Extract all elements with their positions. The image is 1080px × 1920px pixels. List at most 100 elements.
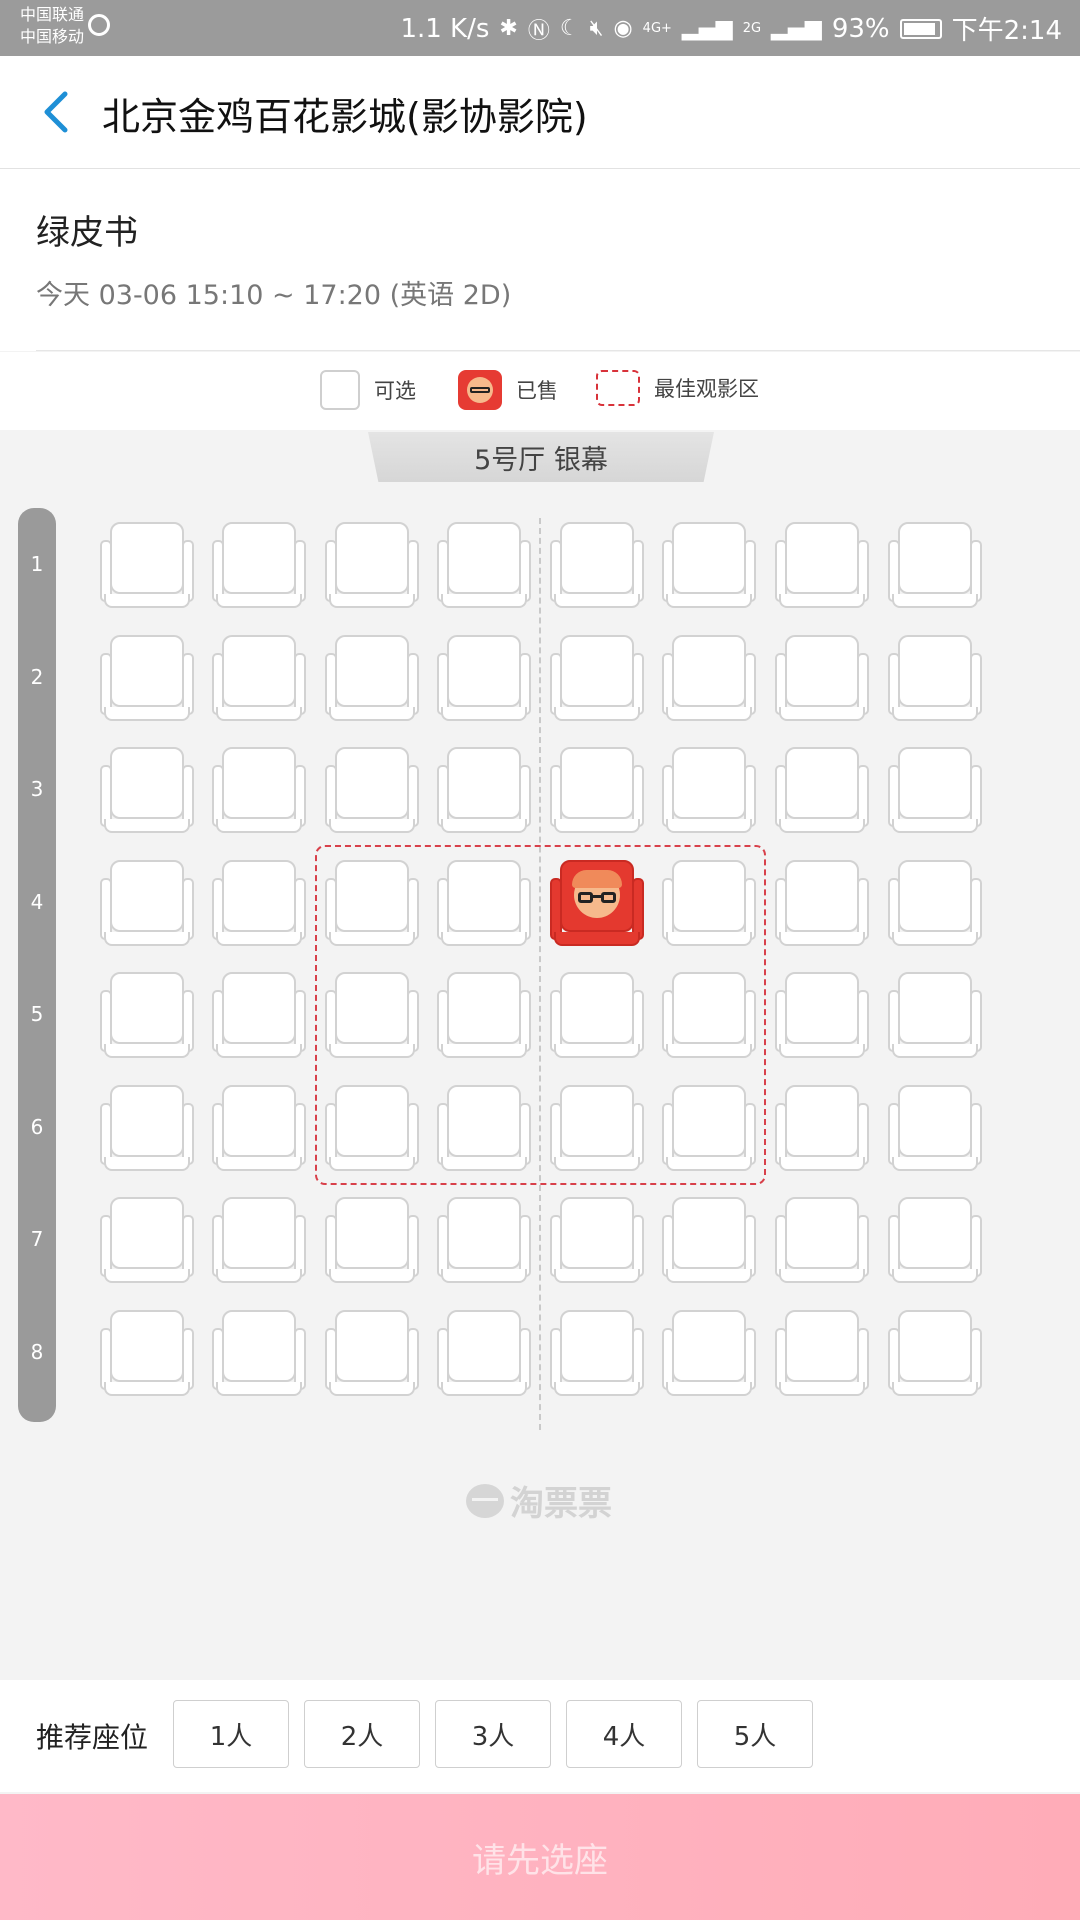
seat-cushion [441,594,527,608]
seat-available[interactable] [888,634,982,721]
seat-cushion [892,1044,978,1058]
seat-cushion [666,1381,752,1396]
seat-available[interactable] [437,522,531,608]
seat-available[interactable] [662,1197,756,1283]
taopiaopiao-logo-icon [466,1483,504,1518]
seat-back [447,1309,521,1382]
seat-armrest [970,1327,982,1390]
seat-available[interactable] [325,1309,419,1396]
seat-available[interactable] [437,634,531,721]
seat-cushion [441,1269,527,1283]
seat-available[interactable] [775,1084,869,1171]
seat-available[interactable] [662,522,756,608]
seat-cushion [666,1269,752,1283]
seat-cushion [554,819,640,833]
seat-available[interactable] [325,634,419,721]
seat-armrest [744,765,756,827]
seat-available[interactable] [775,522,869,608]
seat-available[interactable] [212,747,306,833]
seat-armrest [857,877,869,940]
row-number: 7 [30,1227,44,1251]
seat-available[interactable] [775,1197,869,1283]
seat-armrest [182,877,194,940]
seat-available[interactable] [550,634,644,721]
seat-available[interactable] [437,747,531,833]
status-bar: 中国联通 中国移动 1.1 K/s ✱ Ⓝ ☾ 🔇︎ ◉ 4G+ ▂▄▆ 2G … [0,0,1080,56]
recommend-2-button[interactable]: 2人 [304,1700,420,1768]
seat-available[interactable] [775,1309,869,1396]
seat-armrest [182,652,194,715]
seat-available[interactable] [775,747,869,833]
back-button[interactable] [26,82,86,142]
seat-available[interactable] [212,634,306,721]
seat-back [447,522,521,594]
seat-available[interactable] [325,747,419,833]
seat-armrest [744,1215,756,1277]
seat-back [110,522,184,594]
recommend-3-button[interactable]: 3人 [435,1700,551,1768]
seat-back [335,747,409,819]
seat-available[interactable] [212,972,306,1058]
seat-available[interactable] [212,1197,306,1283]
seat-back [110,972,184,1044]
recommend-1-button[interactable]: 1人 [173,1700,289,1768]
seat-cushion [104,1044,190,1058]
clock: 下午2:14 [951,16,1062,46]
seat-available[interactable] [100,634,194,721]
seat-back [222,1084,296,1157]
seat-cushion [329,819,415,833]
seat-available[interactable] [100,1309,194,1396]
seat-available[interactable] [550,1197,644,1283]
seat-available[interactable] [325,1197,419,1283]
seat-cushion [216,931,302,946]
watermark: 淘票票 [466,1476,612,1525]
seat-available[interactable] [550,522,644,608]
seat-available[interactable] [662,747,756,833]
seat-available[interactable] [888,1084,982,1171]
seat-armrest [857,1327,869,1390]
seat-available[interactable] [888,859,982,946]
seat-available[interactable] [550,1309,644,1396]
seat-available[interactable] [437,1309,531,1396]
seat-available[interactable] [212,1309,306,1396]
seat-armrest [182,540,194,602]
seat-available[interactable] [100,972,194,1058]
seat-back [785,634,859,707]
seat-back [785,1309,859,1382]
seat-available[interactable] [100,859,194,946]
seat-legend: 可选 已售 最佳观影区 [0,352,1080,430]
seat-back [898,1084,972,1157]
seat-available[interactable] [888,1197,982,1283]
confirm-button[interactable]: 请先选座 [0,1794,1080,1920]
seat-available[interactable] [100,1197,194,1283]
seat-available[interactable] [212,859,306,946]
seat-available[interactable] [100,522,194,608]
seat-armrest [519,652,531,715]
seat-available[interactable] [775,972,869,1058]
seat-armrest [519,1215,531,1277]
recommend-4-button[interactable]: 4人 [566,1700,682,1768]
available-seat-icon [320,370,360,410]
seat-available[interactable] [888,522,982,608]
seat-available[interactable] [888,747,982,833]
seat-available[interactable] [437,1197,531,1283]
seat-cushion [216,1156,302,1171]
seat-available[interactable] [100,747,194,833]
seat-available[interactable] [212,1084,306,1171]
seat-available[interactable] [888,1309,982,1396]
seat-cushion [216,1044,302,1058]
seat-cushion [779,931,865,946]
seat-available[interactable] [662,1309,756,1396]
seat-available[interactable] [775,634,869,721]
seat-available[interactable] [775,859,869,946]
seat-available[interactable] [212,522,306,608]
seat-available[interactable] [662,634,756,721]
seat-back [785,1197,859,1269]
seat-available[interactable] [550,747,644,833]
seat-available[interactable] [888,972,982,1058]
seat-available[interactable] [325,522,419,608]
seat-back [335,1309,409,1382]
recommend-5-button[interactable]: 5人 [697,1700,813,1768]
seat-cushion [216,706,302,721]
seat-available[interactable] [100,1084,194,1171]
